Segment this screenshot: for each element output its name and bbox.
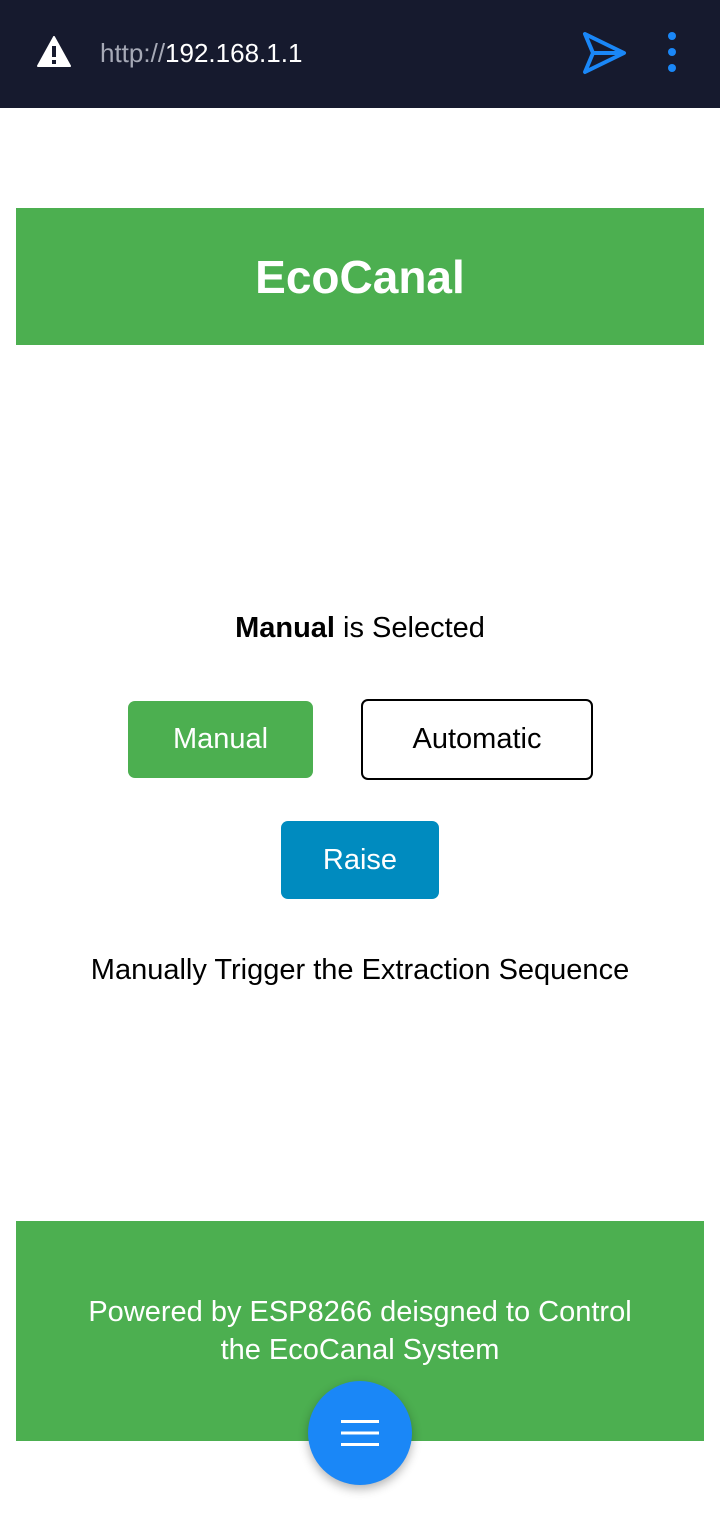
status-suffix: is Selected	[334, 612, 485, 644]
menu-icon	[341, 1420, 379, 1446]
selected-mode: Manual	[235, 612, 335, 644]
footer-line-2: the EcoCanal System	[220, 1334, 500, 1366]
send-icon[interactable]	[580, 30, 628, 76]
address-bar[interactable]: http://192.168.1.1	[100, 36, 302, 70]
automatic-button[interactable]: Automatic	[361, 699, 593, 780]
browser-toolbar: http://192.168.1.1	[0, 0, 720, 108]
footer-text: Powered by ESP8266 deisgned to Control t…	[46, 1293, 674, 1369]
manual-button[interactable]: Manual	[128, 701, 313, 778]
menu-fab-button[interactable]	[308, 1381, 412, 1485]
page: http://192.168.1.1 EcoCanal Manual is Se…	[0, 0, 720, 1535]
url-scheme: http://	[100, 38, 166, 68]
url-host: 192.168.1.1	[165, 38, 303, 68]
footer-line-1: Powered by ESP8266 deisgned to Control	[88, 1296, 632, 1328]
raise-button[interactable]: Raise	[281, 821, 439, 899]
warning-icon[interactable]	[37, 36, 71, 68]
page-title: EcoCanal	[255, 250, 465, 303]
more-vert-icon[interactable]	[660, 30, 684, 74]
mode-status: Manual is Selected	[0, 608, 720, 648]
description-text: Manually Trigger the Extraction Sequence	[90, 954, 630, 986]
page-header: EcoCanal	[16, 208, 704, 345]
